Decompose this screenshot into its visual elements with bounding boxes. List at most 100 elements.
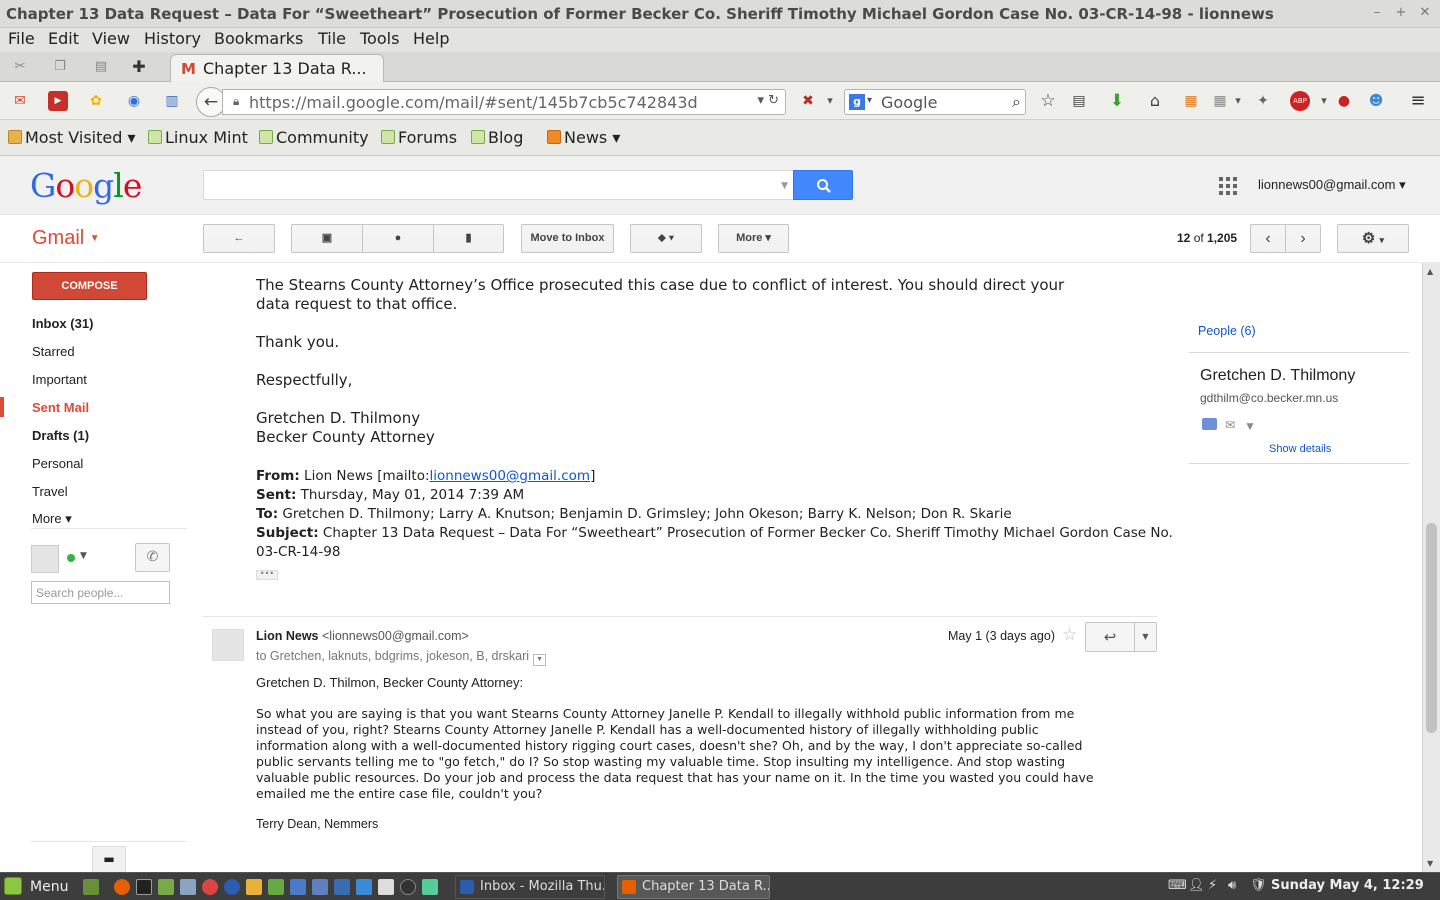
contact-dropdown-icon[interactable]: ▼	[1247, 422, 1254, 432]
mail-search-input[interactable]: ▼	[203, 170, 795, 200]
app-launcher-icon[interactable]	[400, 879, 416, 895]
older-button[interactable]: ›	[1285, 224, 1321, 253]
phone-call-button[interactable]: ✆	[135, 543, 170, 572]
app-launcher-icon[interactable]	[356, 879, 372, 895]
scroll-up-icon[interactable]: ▲	[1427, 267, 1433, 276]
chat-icon[interactable]	[1202, 418, 1217, 430]
sender-line[interactable]: Lion News <lionnews00@gmail.com>	[256, 629, 469, 643]
star-icon[interactable]: ☆	[1062, 625, 1077, 645]
app-launcher-icon[interactable]	[422, 879, 438, 895]
apps-grid-icon[interactable]	[1219, 177, 1237, 195]
nav-starred[interactable]: Starred	[32, 344, 75, 359]
nav-personal[interactable]: Personal	[32, 456, 83, 471]
show-details-link[interactable]: Show details	[1269, 443, 1331, 455]
adblock-dropdown-icon[interactable]: ▾	[1314, 91, 1334, 111]
files-launcher-icon[interactable]	[158, 879, 174, 895]
puzzle-addon-icon[interactable]: ✦	[1253, 91, 1273, 111]
nav-important[interactable]: Important	[32, 372, 87, 387]
task-thunderbird[interactable]: Inbox - Mozilla Thu...	[455, 875, 605, 899]
show-desktop-icon[interactable]	[83, 879, 99, 895]
menu-hamburger-icon[interactable]: ≡	[1408, 91, 1428, 111]
minimize-button[interactable]: –	[1368, 4, 1386, 22]
google-engine-icon[interactable]: g	[849, 94, 865, 110]
app-launcher-icon[interactable]	[180, 879, 196, 895]
ghostery-icon[interactable]: ☻	[1366, 91, 1386, 111]
details-dropdown-icon[interactable]: ▼	[533, 654, 547, 666]
paste-icon[interactable]: ▤	[93, 59, 109, 75]
thunderbird-launcher-icon[interactable]	[224, 879, 240, 895]
app-launcher-icon[interactable]	[246, 879, 262, 895]
bookmark-news[interactable]: News ▾	[547, 128, 620, 147]
status-dropdown-icon[interactable]: ▼	[80, 551, 87, 561]
app-launcher-icon[interactable]	[202, 879, 218, 895]
tile-dropdown-icon[interactable]: ▾	[1228, 91, 1248, 111]
tray-volume-icon[interactable]: 🔊︎	[1228, 878, 1236, 893]
compose-button[interactable]: COMPOSE	[32, 272, 147, 300]
back-to-list-button[interactable]: ←	[203, 224, 275, 253]
bookmark-blog[interactable]: Blog	[471, 128, 523, 147]
people-header[interactable]: People (6)	[1198, 324, 1256, 338]
reading-list-icon[interactable]: ▤	[1069, 91, 1089, 111]
nav-inbox[interactable]: Inbox (31)	[32, 316, 93, 331]
terminal-launcher-icon[interactable]	[136, 879, 152, 895]
mail-search-button[interactable]	[793, 170, 853, 200]
scroll-down-icon[interactable]: ▼	[1427, 859, 1433, 868]
tray-keyboard-icon[interactable]: ⌨	[1168, 878, 1187, 893]
gmail-notifier-icon[interactable]: ✉	[10, 91, 30, 111]
reply-button[interactable]: ↩	[1085, 622, 1135, 652]
bookmark-most-visited[interactable]: Most Visited ▾	[8, 128, 136, 147]
youtube-icon[interactable]: ▶	[48, 91, 68, 111]
screenshot-icon[interactable]: ◉	[124, 91, 144, 111]
menu-help[interactable]: Help	[413, 29, 449, 48]
settings-gear-button[interactable]: ⚙ ▾	[1337, 224, 1409, 253]
copy-icon[interactable]: ❐	[52, 59, 68, 75]
menu-bookmarks[interactable]: Bookmarks	[214, 29, 303, 48]
menu-edit[interactable]: Edit	[48, 29, 79, 48]
bookmark-manager-icon[interactable]: ▥	[162, 91, 182, 111]
app-launcher-icon[interactable]	[290, 879, 306, 895]
search-people-input[interactable]: Search people...	[31, 581, 170, 604]
menu-view[interactable]: View	[92, 29, 130, 48]
menu-tools[interactable]: Tools	[360, 29, 399, 48]
archive-button[interactable]: ▣	[291, 224, 363, 253]
bookmark-forums[interactable]: Forums	[381, 128, 457, 147]
bookmark-community[interactable]: Community	[259, 128, 369, 147]
task-firefox-active[interactable]: Chapter 13 Data R...	[617, 875, 770, 899]
bookmark-star-icon[interactable]: ☆	[1038, 91, 1058, 111]
grid-addon-icon[interactable]: ▦	[1181, 91, 1201, 111]
newer-button[interactable]: ‹	[1250, 224, 1286, 253]
url-bar[interactable]: 🔒︎ https://mail.google.com/mail/#sent/14…	[222, 89, 786, 115]
delete-button[interactable]: ▮	[433, 224, 504, 253]
home-icon[interactable]: ⌂	[1145, 91, 1165, 111]
bookmark-linux-mint[interactable]: Linux Mint	[148, 128, 248, 147]
new-tab-plus-icon[interactable]: ✚	[131, 59, 147, 75]
more-actions-button[interactable]: More ▾	[718, 224, 789, 253]
mail-icon[interactable]: ✉	[1225, 418, 1235, 432]
addon-dropdown-icon[interactable]: ▾	[820, 91, 840, 111]
app-launcher-icon[interactable]	[312, 879, 328, 895]
tray-shield-icon[interactable]: 🛡︎	[1250, 878, 1267, 893]
start-menu-button[interactable]: Menu	[4, 877, 68, 895]
addon-blocked-icon[interactable]: ✖	[798, 91, 818, 111]
menu-history[interactable]: History	[144, 29, 201, 48]
firefox-launcher-icon[interactable]	[114, 879, 130, 895]
nav-travel[interactable]: Travel	[32, 484, 68, 499]
close-window-button[interactable]: ✕	[1416, 4, 1434, 22]
taskbar-clock[interactable]: Sunday May 4, 12:29	[1271, 878, 1424, 893]
nav-drafts[interactable]: Drafts (1)	[32, 428, 89, 443]
labels-button[interactable]: ⬥ ▾	[630, 224, 702, 253]
show-trimmed-content-button[interactable]: •••	[256, 570, 278, 580]
blocker-icon[interactable]: ●	[1334, 91, 1354, 111]
tab-active[interactable]: M Chapter 13 Data R...	[170, 54, 384, 82]
cut-icon[interactable]: ✂	[12, 59, 28, 75]
app-launcher-icon[interactable]	[268, 879, 284, 895]
reply-more-button[interactable]: ▼	[1134, 622, 1157, 652]
adblock-icon[interactable]: ABP	[1290, 91, 1310, 111]
scrollbar-thumb[interactable]	[1426, 523, 1437, 733]
page-scrollbar[interactable]: ▲ ▼	[1422, 263, 1440, 872]
search-options-caret-icon[interactable]: ▼	[781, 181, 788, 191]
menu-tile[interactable]: Tile	[318, 29, 346, 48]
chat-avatar[interactable]	[31, 545, 59, 573]
account-menu[interactable]: lionnews00@gmail.com ▾	[1258, 177, 1406, 193]
nav-more[interactable]: More ▾	[32, 511, 72, 527]
